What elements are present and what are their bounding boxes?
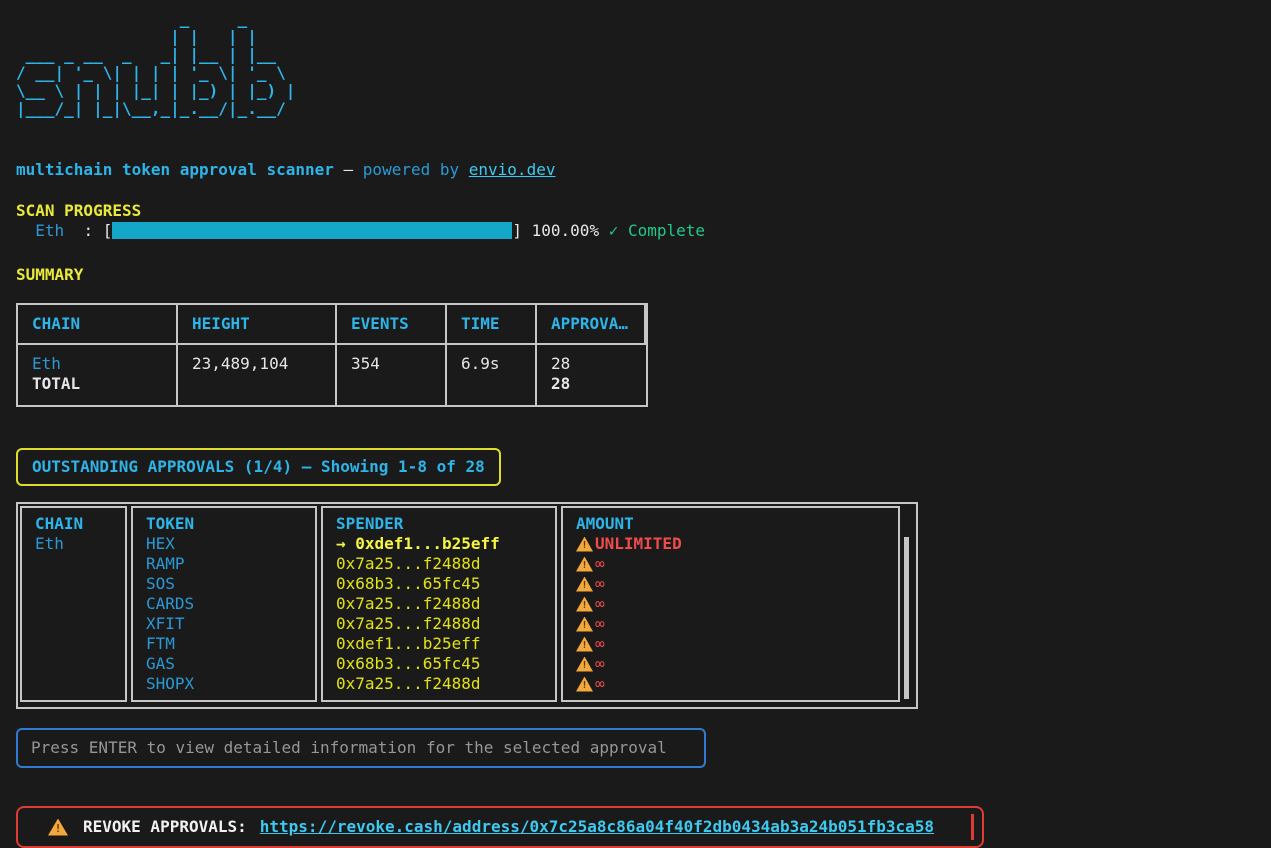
tagline: multichain token approval scanner — powe… <box>16 160 1271 180</box>
summary-col-chain: CHAIN <box>18 305 178 345</box>
approvals-spender-column: SPENDER → 0xdef1...b25eff 0x7a25...f2488… <box>321 506 557 702</box>
approval-row-spender[interactable]: 0x7a25...f2488d <box>336 614 551 634</box>
approval-row-spender[interactable]: 0x7a25...f2488d <box>336 554 551 574</box>
warning-icon <box>576 577 593 592</box>
summary-cell-time: 6.9s <box>447 345 537 405</box>
revoke-box-cursor-mark <box>971 814 974 840</box>
approval-row-spender[interactable]: 0x68b3...65fc45 <box>336 574 551 594</box>
enter-hint-box: Press ENTER to view detailed information… <box>16 728 706 768</box>
warning-icon <box>576 617 593 632</box>
summary-events-value: 354 <box>351 354 439 374</box>
summary-cell-events: 354 <box>337 345 447 405</box>
approval-row-token[interactable]: SOS <box>146 574 311 594</box>
revoke-approvals-label: REVOKE APPROVALS: <box>83 817 247 837</box>
summary-table: CHAIN HEIGHT EVENTS TIME APPROVA… Eth TO… <box>16 303 648 407</box>
scan-progress-line: Eth : [] 100.00% ✓ Complete <box>16 221 1271 241</box>
scan-progress-heading: SCAN PROGRESS <box>16 201 1271 221</box>
summary-col-approvals: APPROVA… <box>537 305 646 345</box>
approvals-chain-column: CHAIN Eth <box>20 506 127 702</box>
progress-bar-fill <box>112 222 512 239</box>
summary-time-value: 6.9s <box>461 354 529 374</box>
warning-icon <box>576 657 593 672</box>
warning-icon <box>576 677 593 692</box>
app-title: multichain token approval scanner <box>16 160 334 179</box>
approval-row-spender-selected[interactable]: → 0xdef1...b25eff <box>336 534 551 554</box>
summary-col-time: TIME <box>447 305 537 345</box>
approvals-col-chain: CHAIN <box>35 514 121 534</box>
summary-cell-chain: Eth TOTAL <box>18 345 178 405</box>
approval-row-amount[interactable]: ∞ <box>576 614 894 634</box>
summary-height-value: 23,489,104 <box>192 354 329 374</box>
approval-row-token[interactable]: SHOPX <box>146 674 311 694</box>
powered-by-label: powered by <box>363 160 459 179</box>
warning-icon <box>576 557 593 572</box>
summary-col-height: HEIGHT <box>178 305 337 345</box>
summary-approvals-value: 28 <box>551 354 640 374</box>
approval-row-amount[interactable]: ∞ <box>576 554 894 574</box>
approvals-chain-value: Eth <box>35 534 121 554</box>
summary-approvals-total: 28 <box>551 374 640 394</box>
enter-hint-text: Press ENTER to view detailed information… <box>31 738 667 757</box>
warning-icon <box>576 537 593 552</box>
approval-row-token[interactable]: XFIT <box>146 614 311 634</box>
progress-separator: : <box>83 221 93 240</box>
check-icon: ✓ <box>609 221 619 240</box>
approval-row-token[interactable]: GAS <box>146 654 311 674</box>
approval-row-amount[interactable]: ∞ <box>576 654 894 674</box>
approval-row-token[interactable]: RAMP <box>146 554 311 574</box>
approval-row-token[interactable]: CARDS <box>146 594 311 614</box>
warning-icon <box>576 597 593 612</box>
summary-cell-approvals: 28 28 <box>537 345 646 405</box>
approval-row-token[interactable]: FTM <box>146 634 311 654</box>
approvals-amount-column: AMOUNT UNLIMITED ∞ ∞ ∞ ∞ ∞ ∞ ∞ <box>561 506 900 702</box>
approvals-col-token: TOKEN <box>146 514 311 534</box>
envio-link[interactable]: envio.dev <box>469 160 556 179</box>
approval-row-spender[interactable]: 0x7a25...f2488d <box>336 594 551 614</box>
tagline-dash: — <box>334 160 363 179</box>
approval-row-amount[interactable]: ∞ <box>576 634 894 654</box>
outstanding-approvals-header: OUTSTANDING APPROVALS (1/4) — Showing 1-… <box>16 448 501 486</box>
app-root: _ _ | | | | ___ _ __ _ _| |__ | |__ / __… <box>0 0 1271 848</box>
approval-row-spender[interactable]: 0x68b3...65fc45 <box>336 654 551 674</box>
approvals-col-spender: SPENDER <box>336 514 551 534</box>
approval-row-amount[interactable]: ∞ <box>576 574 894 594</box>
approvals-scrollbar[interactable] <box>904 537 909 699</box>
progress-percent: 100.00% <box>532 221 599 240</box>
selection-arrow-icon: → <box>336 534 355 553</box>
summary-total-label: TOTAL <box>32 374 170 394</box>
approval-row-amount[interactable]: UNLIMITED <box>576 534 894 554</box>
summary-chain-value: Eth <box>32 354 170 374</box>
progress-bracket-open: [ <box>103 221 113 240</box>
approvals-col-amount: AMOUNT <box>576 514 894 534</box>
progress-status: Complete <box>628 221 705 240</box>
summary-heading: SUMMARY <box>16 265 1271 285</box>
summary-col-events: EVENTS <box>337 305 447 345</box>
approvals-table: CHAIN Eth TOKEN HEX RAMP SOS CARDS XFIT … <box>16 502 918 709</box>
approvals-token-column: TOKEN HEX RAMP SOS CARDS XFIT FTM GAS SH… <box>131 506 317 702</box>
approval-row-spender[interactable]: 0xdef1...b25eff <box>336 634 551 654</box>
approval-row-token[interactable]: HEX <box>146 534 311 554</box>
approval-row-amount[interactable]: ∞ <box>576 674 894 694</box>
warning-icon <box>48 819 68 836</box>
progress-bracket-close: ] <box>512 221 522 240</box>
app-logo-ascii: _ _ | | | | ___ _ __ _ _| |__ | |__ / __… <box>16 10 1271 118</box>
warning-icon <box>576 637 593 652</box>
approval-row-amount[interactable]: ∞ <box>576 594 894 614</box>
progress-chain-label: Eth <box>35 221 64 240</box>
approval-row-spender[interactable]: 0x7a25...f2488d <box>336 674 551 694</box>
revoke-cash-link[interactable]: https://revoke.cash/address/0x7c25a8c86a… <box>260 817 934 837</box>
summary-cell-height: 23,489,104 <box>178 345 337 405</box>
revoke-approvals-banner: REVOKE APPROVALS: https://revoke.cash/ad… <box>16 806 984 848</box>
